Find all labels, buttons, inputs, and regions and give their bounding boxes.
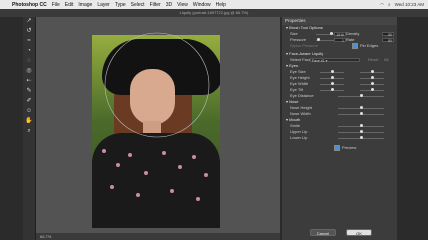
nose-width-row: Nose Width bbox=[282, 111, 397, 117]
stylus-row: Stylus Pressure Pin Edges bbox=[282, 43, 397, 49]
menu-help[interactable]: Help bbox=[216, 2, 226, 8]
twirl-icon[interactable]: ◔ bbox=[25, 48, 33, 55]
menu-window[interactable]: Window bbox=[193, 2, 211, 8]
eye-distance-label: Eye Distance bbox=[290, 93, 314, 98]
pressure-slider[interactable] bbox=[316, 38, 334, 41]
freeze-mask-icon[interactable]: ✎ bbox=[25, 88, 33, 95]
thaw-mask-icon[interactable]: ✐ bbox=[25, 98, 33, 105]
properties-panel: Properties ▾ Brush Tool Options Size 151… bbox=[282, 17, 397, 240]
nose-height-slider[interactable] bbox=[338, 106, 384, 109]
menubar-status: ◠ ⌕ Wed 10:23 AM bbox=[380, 0, 424, 9]
window-title: Liquify (portrait-1897722.jpg @ 66.7%) bbox=[0, 9, 428, 17]
dialog-buttons: Cancel OK bbox=[282, 228, 397, 238]
canvas-area[interactable] bbox=[36, 17, 280, 233]
smile-slider[interactable] bbox=[338, 124, 384, 127]
pressure-value[interactable]: 1 bbox=[334, 38, 346, 43]
eye-size-right-slider[interactable] bbox=[360, 70, 384, 73]
nose-width-slider[interactable] bbox=[338, 112, 384, 115]
menu-file[interactable]: File bbox=[52, 2, 60, 8]
liquify-toolbar: ↗ ↺ ≈ ◔ ◌ ◎ ⇠ ✎ ✐ ☺ ✋ ⌕ bbox=[23, 17, 36, 240]
eye-width-right-slider[interactable] bbox=[360, 82, 384, 85]
brush-cursor bbox=[104, 32, 210, 138]
ok-button[interactable]: OK bbox=[346, 229, 372, 236]
zoom-level[interactable]: 66.7% bbox=[40, 234, 51, 239]
menu-filter[interactable]: Filter bbox=[150, 2, 161, 8]
zoom-icon[interactable]: ⌕ bbox=[25, 128, 33, 135]
face-tool-icon[interactable]: ☺ bbox=[25, 108, 33, 115]
stylus-pressure-label: Stylus Pressure bbox=[290, 43, 319, 48]
rate-value[interactable]: 80 bbox=[382, 38, 394, 43]
bloat-icon[interactable]: ◎ bbox=[25, 68, 33, 75]
panel-title: Properties bbox=[282, 17, 397, 25]
app-name[interactable]: Photoshop CC bbox=[12, 2, 47, 8]
select-face-label: Select Face: bbox=[290, 57, 313, 62]
menu-image[interactable]: Image bbox=[78, 2, 92, 8]
menu-view[interactable]: View bbox=[177, 2, 188, 8]
menu-layer[interactable]: Layer bbox=[97, 2, 110, 8]
eye-height-right-slider[interactable] bbox=[360, 76, 384, 79]
reconstruct-icon[interactable]: ↺ bbox=[25, 28, 33, 35]
lower-lip-slider[interactable] bbox=[338, 136, 384, 139]
density-value[interactable]: 50 bbox=[382, 32, 394, 37]
nose-width-label: Nose Width bbox=[290, 111, 311, 116]
eye-distance-slider[interactable] bbox=[338, 94, 384, 97]
menu-select[interactable]: Select bbox=[131, 2, 145, 8]
preview-checkbox[interactable] bbox=[334, 145, 340, 151]
lower-lip-label: Lower Lip bbox=[290, 135, 308, 140]
push-left-icon[interactable]: ⇠ bbox=[25, 78, 33, 85]
preview-label: Preview bbox=[342, 145, 357, 151]
select-face-dropdown[interactable]: Face #1 ▾ bbox=[310, 58, 360, 63]
photoshop-window: Liquify (portrait-1897722.jpg @ 66.7%) ↗… bbox=[0, 9, 428, 240]
eye-height-left-slider[interactable] bbox=[320, 76, 344, 79]
menu-edit[interactable]: Edit bbox=[65, 2, 74, 8]
menu-3d[interactable]: 3D bbox=[166, 2, 172, 8]
menu-type[interactable]: Type bbox=[115, 2, 126, 8]
pin-edges-label: Pin Edges bbox=[360, 43, 379, 49]
pin-edges-checkbox[interactable] bbox=[352, 43, 358, 49]
eye-size-left-slider[interactable] bbox=[320, 70, 344, 73]
eye-tilt-left-slider[interactable] bbox=[320, 88, 344, 91]
cancel-button[interactable]: Cancel bbox=[310, 229, 336, 236]
smooth-icon[interactable]: ≈ bbox=[25, 38, 33, 45]
pucker-icon[interactable]: ◌ bbox=[25, 58, 33, 65]
reset-button[interactable]: Reset bbox=[368, 57, 378, 63]
search-icon[interactable]: ⌕ bbox=[388, 2, 391, 7]
all-button[interactable]: All bbox=[384, 57, 388, 63]
forward-warp-icon[interactable]: ↗ bbox=[25, 18, 33, 25]
menu-bar: Photoshop CC File Edit Image Layer Type … bbox=[0, 0, 428, 9]
hand-icon[interactable]: ✋ bbox=[25, 118, 33, 125]
upper-lip-slider[interactable] bbox=[338, 130, 384, 133]
menu-clock[interactable]: Wed 10:23 AM bbox=[395, 2, 424, 7]
preview-row: Preview bbox=[282, 145, 397, 151]
size-slider[interactable] bbox=[316, 32, 334, 35]
status-bar: 66.7% bbox=[36, 233, 280, 240]
size-value[interactable]: 1516 bbox=[334, 32, 346, 37]
eye-distance-row: Eye Distance bbox=[282, 93, 397, 99]
select-face-row: Select Face: Face #1 ▾ Reset All bbox=[282, 57, 397, 63]
eye-tilt-right-slider[interactable] bbox=[360, 88, 384, 91]
eye-width-left-slider[interactable] bbox=[320, 82, 344, 85]
wifi-icon[interactable]: ◠ bbox=[380, 2, 384, 8]
lower-lip-row: Lower Lip bbox=[282, 135, 397, 141]
